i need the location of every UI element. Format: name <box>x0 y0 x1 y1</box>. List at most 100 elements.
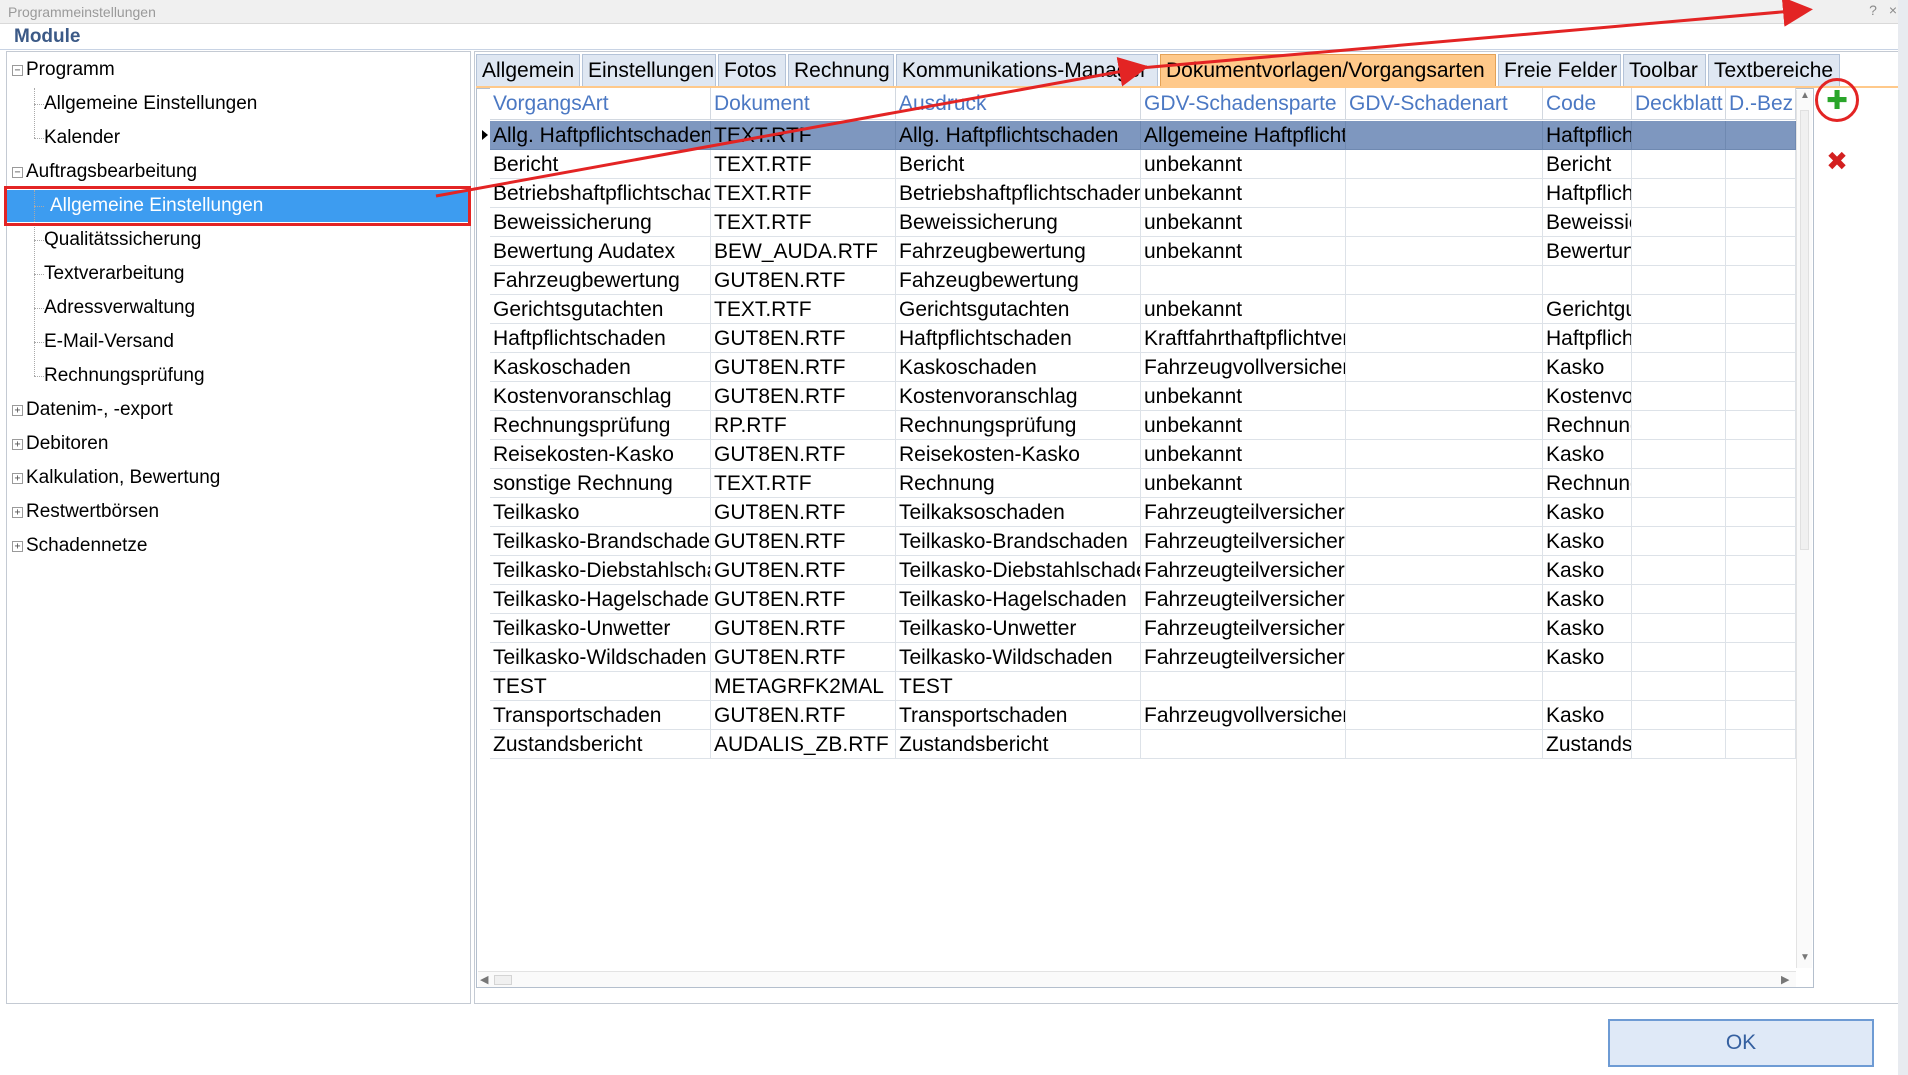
table-cell[interactable]: GUT8EN.RTF <box>711 556 896 585</box>
table-cell[interactable]: Haftpflicht <box>1543 324 1632 353</box>
table-cell[interactable]: Haftpflichtschaden <box>490 324 711 353</box>
collapse-icon[interactable]: − <box>12 65 23 76</box>
table-cell[interactable]: Teilkasko-Wildschaden <box>896 643 1141 672</box>
table-cell[interactable] <box>1346 237 1543 266</box>
table-cell[interactable]: unbekannt <box>1141 382 1346 411</box>
table-cell[interactable]: TEST <box>490 672 711 701</box>
delete-row-button[interactable]: ✖ <box>1822 146 1852 176</box>
table-cell[interactable] <box>1726 121 1796 150</box>
table-cell[interactable] <box>1726 150 1796 179</box>
table-cell[interactable] <box>1543 672 1632 701</box>
tab-einstellungen[interactable]: Einstellungen <box>582 54 716 86</box>
table-cell[interactable]: Haftpflicht <box>1543 121 1632 150</box>
table-cell[interactable]: GUT8EN.RTF <box>711 353 896 382</box>
table-cell[interactable] <box>1632 324 1726 353</box>
table-row[interactable]: Reisekosten-Kasko GUT8EN.RTF Reisekosten-K… <box>490 440 1796 469</box>
horizontal-scroll-thumb[interactable] <box>494 975 512 985</box>
table-cell[interactable] <box>1346 179 1543 208</box>
table-cell[interactable]: Kasko <box>1543 556 1632 585</box>
table-cell[interactable]: GUT8EN.RTF <box>711 585 896 614</box>
table-cell[interactable]: Fahrzeugteilversicherung <box>1141 498 1346 527</box>
table-cell[interactable] <box>1632 730 1726 759</box>
column-header[interactable]: GDV-Schadenart <box>1346 88 1543 120</box>
table-cell[interactable]: Teilkasko-Diebstahlschaden <box>896 556 1141 585</box>
table-cell[interactable]: GUT8EN.RTF <box>711 701 896 730</box>
table-cell[interactable] <box>1346 208 1543 237</box>
table-row[interactable]: Teilkasko-Unwetter GUT8EN.RTF Teilkasko-Un… <box>490 614 1796 643</box>
table-cell[interactable]: GUT8EN.RTF <box>711 324 896 353</box>
table-cell[interactable]: Beweissicherung <box>896 208 1141 237</box>
table-cell[interactable] <box>1346 121 1543 150</box>
tree-item[interactable]: Textverarbeitung <box>44 258 184 290</box>
tab-rechnung[interactable]: Rechnung <box>788 54 894 86</box>
table-cell[interactable]: Haftpflichtschaden <box>896 324 1141 353</box>
table-cell[interactable] <box>1726 295 1796 324</box>
expand-icon[interactable]: + <box>12 541 23 552</box>
table-cell[interactable]: Fahzeugbewertung <box>896 266 1141 295</box>
table-cell[interactable] <box>1632 411 1726 440</box>
table-row[interactable]: sonstige Rechnung TEXT.RTF Rechnung unbekan… <box>490 469 1796 498</box>
table-cell[interactable]: Fahrzeugteilversicherung <box>1141 614 1346 643</box>
tree-item[interactable]: Allgemeine Einstellungen <box>44 88 257 120</box>
table-cell[interactable]: Allg. Haftpflichtschaden <box>490 121 711 150</box>
table-row[interactable]: Bewertung Audatex BEW_AUDA.RTF Fahrzeugbew… <box>490 237 1796 266</box>
table-cell[interactable] <box>1632 295 1726 324</box>
scroll-left-icon[interactable]: ◀ <box>480 973 488 986</box>
tree-item[interactable]: Debitoren <box>26 428 108 460</box>
table-cell[interactable]: Rechnungsprüfung <box>896 411 1141 440</box>
table-cell[interactable]: Bewertung Audatex <box>490 237 711 266</box>
table-cell[interactable]: Beweissicherung <box>1543 208 1632 237</box>
table-cell[interactable]: Haftpflicht <box>1543 179 1632 208</box>
tree-item[interactable]: E-Mail-Versand <box>44 326 174 358</box>
table-row[interactable]: Teilkasko-Wildschaden GUT8EN.RTF Teilkasko… <box>490 643 1796 672</box>
table-cell[interactable]: Kasko <box>1543 353 1632 382</box>
tree-item[interactable]: Kalkulation, Bewertung <box>26 462 220 494</box>
table-cell[interactable] <box>1726 585 1796 614</box>
table-cell[interactable] <box>1726 440 1796 469</box>
table-cell[interactable]: Gerichtsgutachten <box>490 295 711 324</box>
table-cell[interactable] <box>1726 237 1796 266</box>
table-cell[interactable]: Transportschaden <box>896 701 1141 730</box>
table-cell[interactable] <box>1726 469 1796 498</box>
table-cell[interactable] <box>1346 498 1543 527</box>
table-cell[interactable]: Rechnungsprüfung <box>490 411 711 440</box>
table-row[interactable]: Kostenvoranschlag GUT8EN.RTF Kostenvoransc… <box>490 382 1796 411</box>
table-cell[interactable]: Teilkasko-Brandschaden <box>896 527 1141 556</box>
tree-item[interactable]: Adressverwaltung <box>44 292 195 324</box>
tree-item[interactable]: Restwertbörsen <box>26 496 159 528</box>
table-cell[interactable] <box>1726 266 1796 295</box>
table-cell[interactable]: Bericht <box>896 150 1141 179</box>
table-cell[interactable]: unbekannt <box>1141 411 1346 440</box>
column-header[interactable]: VorgangsArt <box>490 88 711 120</box>
table-cell[interactable]: GUT8EN.RTF <box>711 527 896 556</box>
table-cell[interactable] <box>1632 266 1726 295</box>
table-cell[interactable]: Teilkasko-Wildschaden <box>490 643 711 672</box>
table-cell[interactable] <box>1346 730 1543 759</box>
table-cell[interactable]: Allg. Haftpflichtschaden <box>896 121 1141 150</box>
scroll-up-icon[interactable]: ▲ <box>1800 90 1810 101</box>
add-row-button[interactable]: ✚ <box>1822 85 1852 115</box>
table-cell[interactable]: Kasko <box>1543 614 1632 643</box>
table-cell[interactable]: unbekannt <box>1141 237 1346 266</box>
table-cell[interactable]: Kasko <box>1543 498 1632 527</box>
table-row[interactable]: BetriebshaftpflichtschadenTEXT.RTFBetrie… <box>490 179 1796 208</box>
table-cell[interactable]: unbekannt <box>1141 179 1346 208</box>
table-row[interactable]: Bericht TEXT.RTF Bericht unbekannt Bericht <box>490 150 1796 179</box>
tab-textbereiche[interactable]: Textbereiche <box>1708 54 1840 86</box>
table-cell[interactable] <box>1632 121 1726 150</box>
table-cell[interactable] <box>1632 498 1726 527</box>
table-cell[interactable] <box>1632 150 1726 179</box>
table-cell[interactable] <box>1346 556 1543 585</box>
table-cell[interactable] <box>1346 353 1543 382</box>
table-cell[interactable] <box>1141 730 1346 759</box>
table-cell[interactable] <box>1346 324 1543 353</box>
scroll-right-icon[interactable]: ▶ <box>1781 973 1789 986</box>
table-cell[interactable]: TEST <box>896 672 1141 701</box>
table-cell[interactable] <box>1726 498 1796 527</box>
table-cell[interactable]: Teilkasko-Unwetter <box>490 614 711 643</box>
table-cell[interactable]: TEXT.RTF <box>711 295 896 324</box>
table-row[interactable]: Allg. Haftpflichtschaden TEXT.RTF Allg. Ha… <box>490 121 1796 150</box>
table-cell[interactable] <box>1346 295 1543 324</box>
tree-item[interactable]: Rechnungsprüfung <box>44 360 205 392</box>
table-cell[interactable]: Allgemeine Haftpflicht <box>1141 121 1346 150</box>
